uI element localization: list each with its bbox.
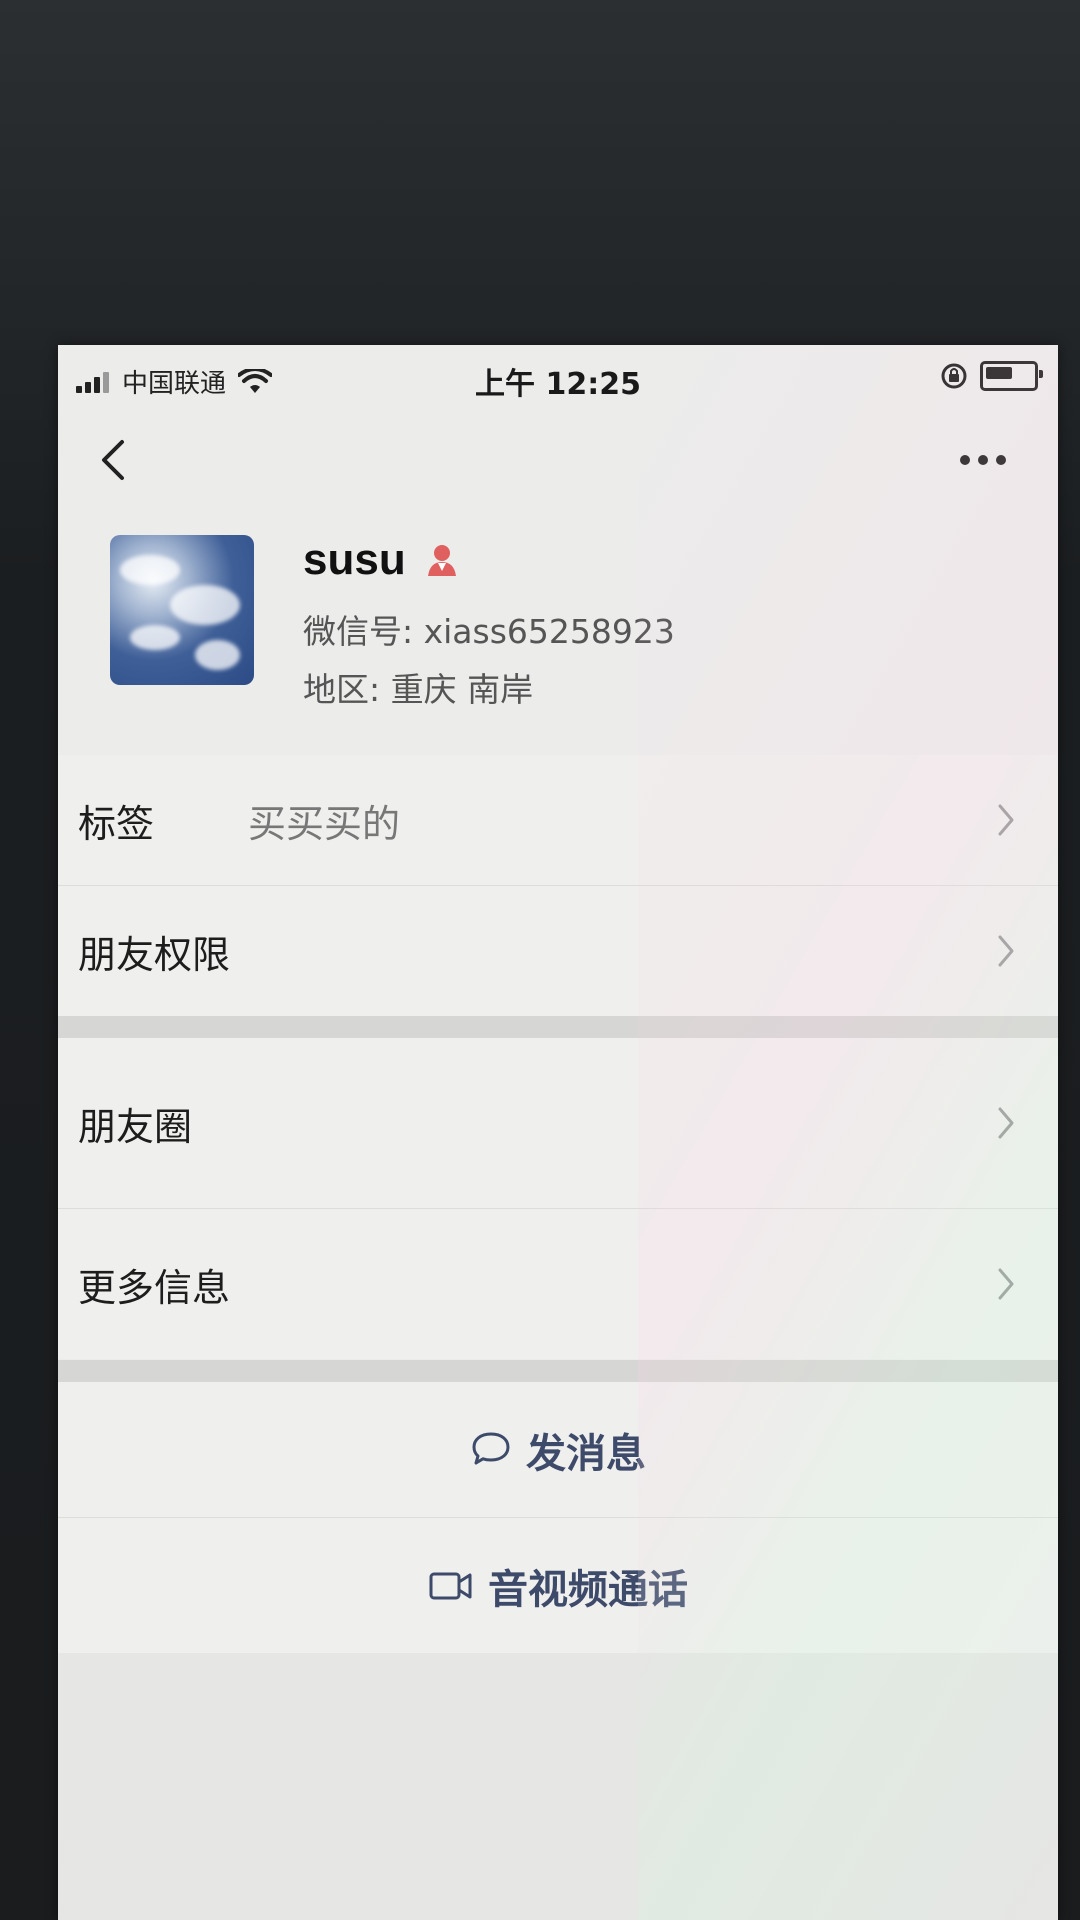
phone-screen: 中国联通 上午 12:25 susu 微信号: xiass65258923 地区… xyxy=(58,345,1058,1920)
wechat-id: 微信号: xiass65258923 xyxy=(303,612,675,651)
region: 地区: 重庆 南岸 xyxy=(303,670,534,709)
row-label: 更多信息 xyxy=(78,1265,231,1310)
nav-bar xyxy=(58,415,1058,505)
back-button[interactable] xyxy=(88,435,138,485)
profile-header: susu 微信号: xiass65258923 地区: 重庆 南岸 xyxy=(58,505,1058,725)
profile-name: susu xyxy=(303,535,406,584)
row-value: 买买买的 xyxy=(248,801,401,846)
row-moments[interactable]: 朋友圈 xyxy=(58,1038,1058,1209)
rotation-lock-icon xyxy=(941,363,967,389)
name-row: susu xyxy=(303,535,460,585)
female-icon xyxy=(424,542,460,578)
video-camera-icon xyxy=(429,1572,472,1599)
video-call-button[interactable]: 音视频通话 xyxy=(58,1518,1058,1653)
row-label: 朋友圈 xyxy=(78,1104,193,1149)
chevron-right-icon xyxy=(998,1107,1014,1139)
video-call-label: 音视频通话 xyxy=(488,1566,688,1613)
chevron-right-icon xyxy=(998,1268,1014,1300)
row-label: 朋友权限 xyxy=(78,932,231,977)
list-section-2: 朋友圈 更多信息 xyxy=(58,1038,1058,1359)
send-message-label: 发消息 xyxy=(526,1430,646,1477)
row-tags[interactable]: 标签 买买买的 xyxy=(58,755,1058,886)
send-message-button[interactable]: 发消息 xyxy=(58,1382,1058,1517)
bottom-area xyxy=(58,1653,1058,1920)
more-button[interactable] xyxy=(948,435,1018,485)
status-time: 上午 12:25 xyxy=(475,367,641,402)
status-right xyxy=(940,361,1043,391)
chevron-right-icon xyxy=(998,804,1014,836)
battery-icon xyxy=(980,361,1043,391)
status-bar: 中国联通 上午 12:25 xyxy=(58,345,1058,415)
chevron-left-icon xyxy=(102,440,124,480)
section-divider xyxy=(58,1360,1058,1382)
chevron-right-icon xyxy=(998,935,1014,967)
chat-bubble-icon xyxy=(472,1432,510,1464)
avatar[interactable] xyxy=(110,535,254,685)
list-section-1: 标签 买买买的 朋友权限 xyxy=(58,755,1058,1016)
row-friend-permissions[interactable]: 朋友权限 xyxy=(58,886,1058,1016)
row-more-info[interactable]: 更多信息 xyxy=(58,1209,1058,1359)
more-dots-icon xyxy=(960,455,1006,465)
section-divider xyxy=(58,1016,1058,1038)
row-label: 标签 xyxy=(78,801,155,846)
